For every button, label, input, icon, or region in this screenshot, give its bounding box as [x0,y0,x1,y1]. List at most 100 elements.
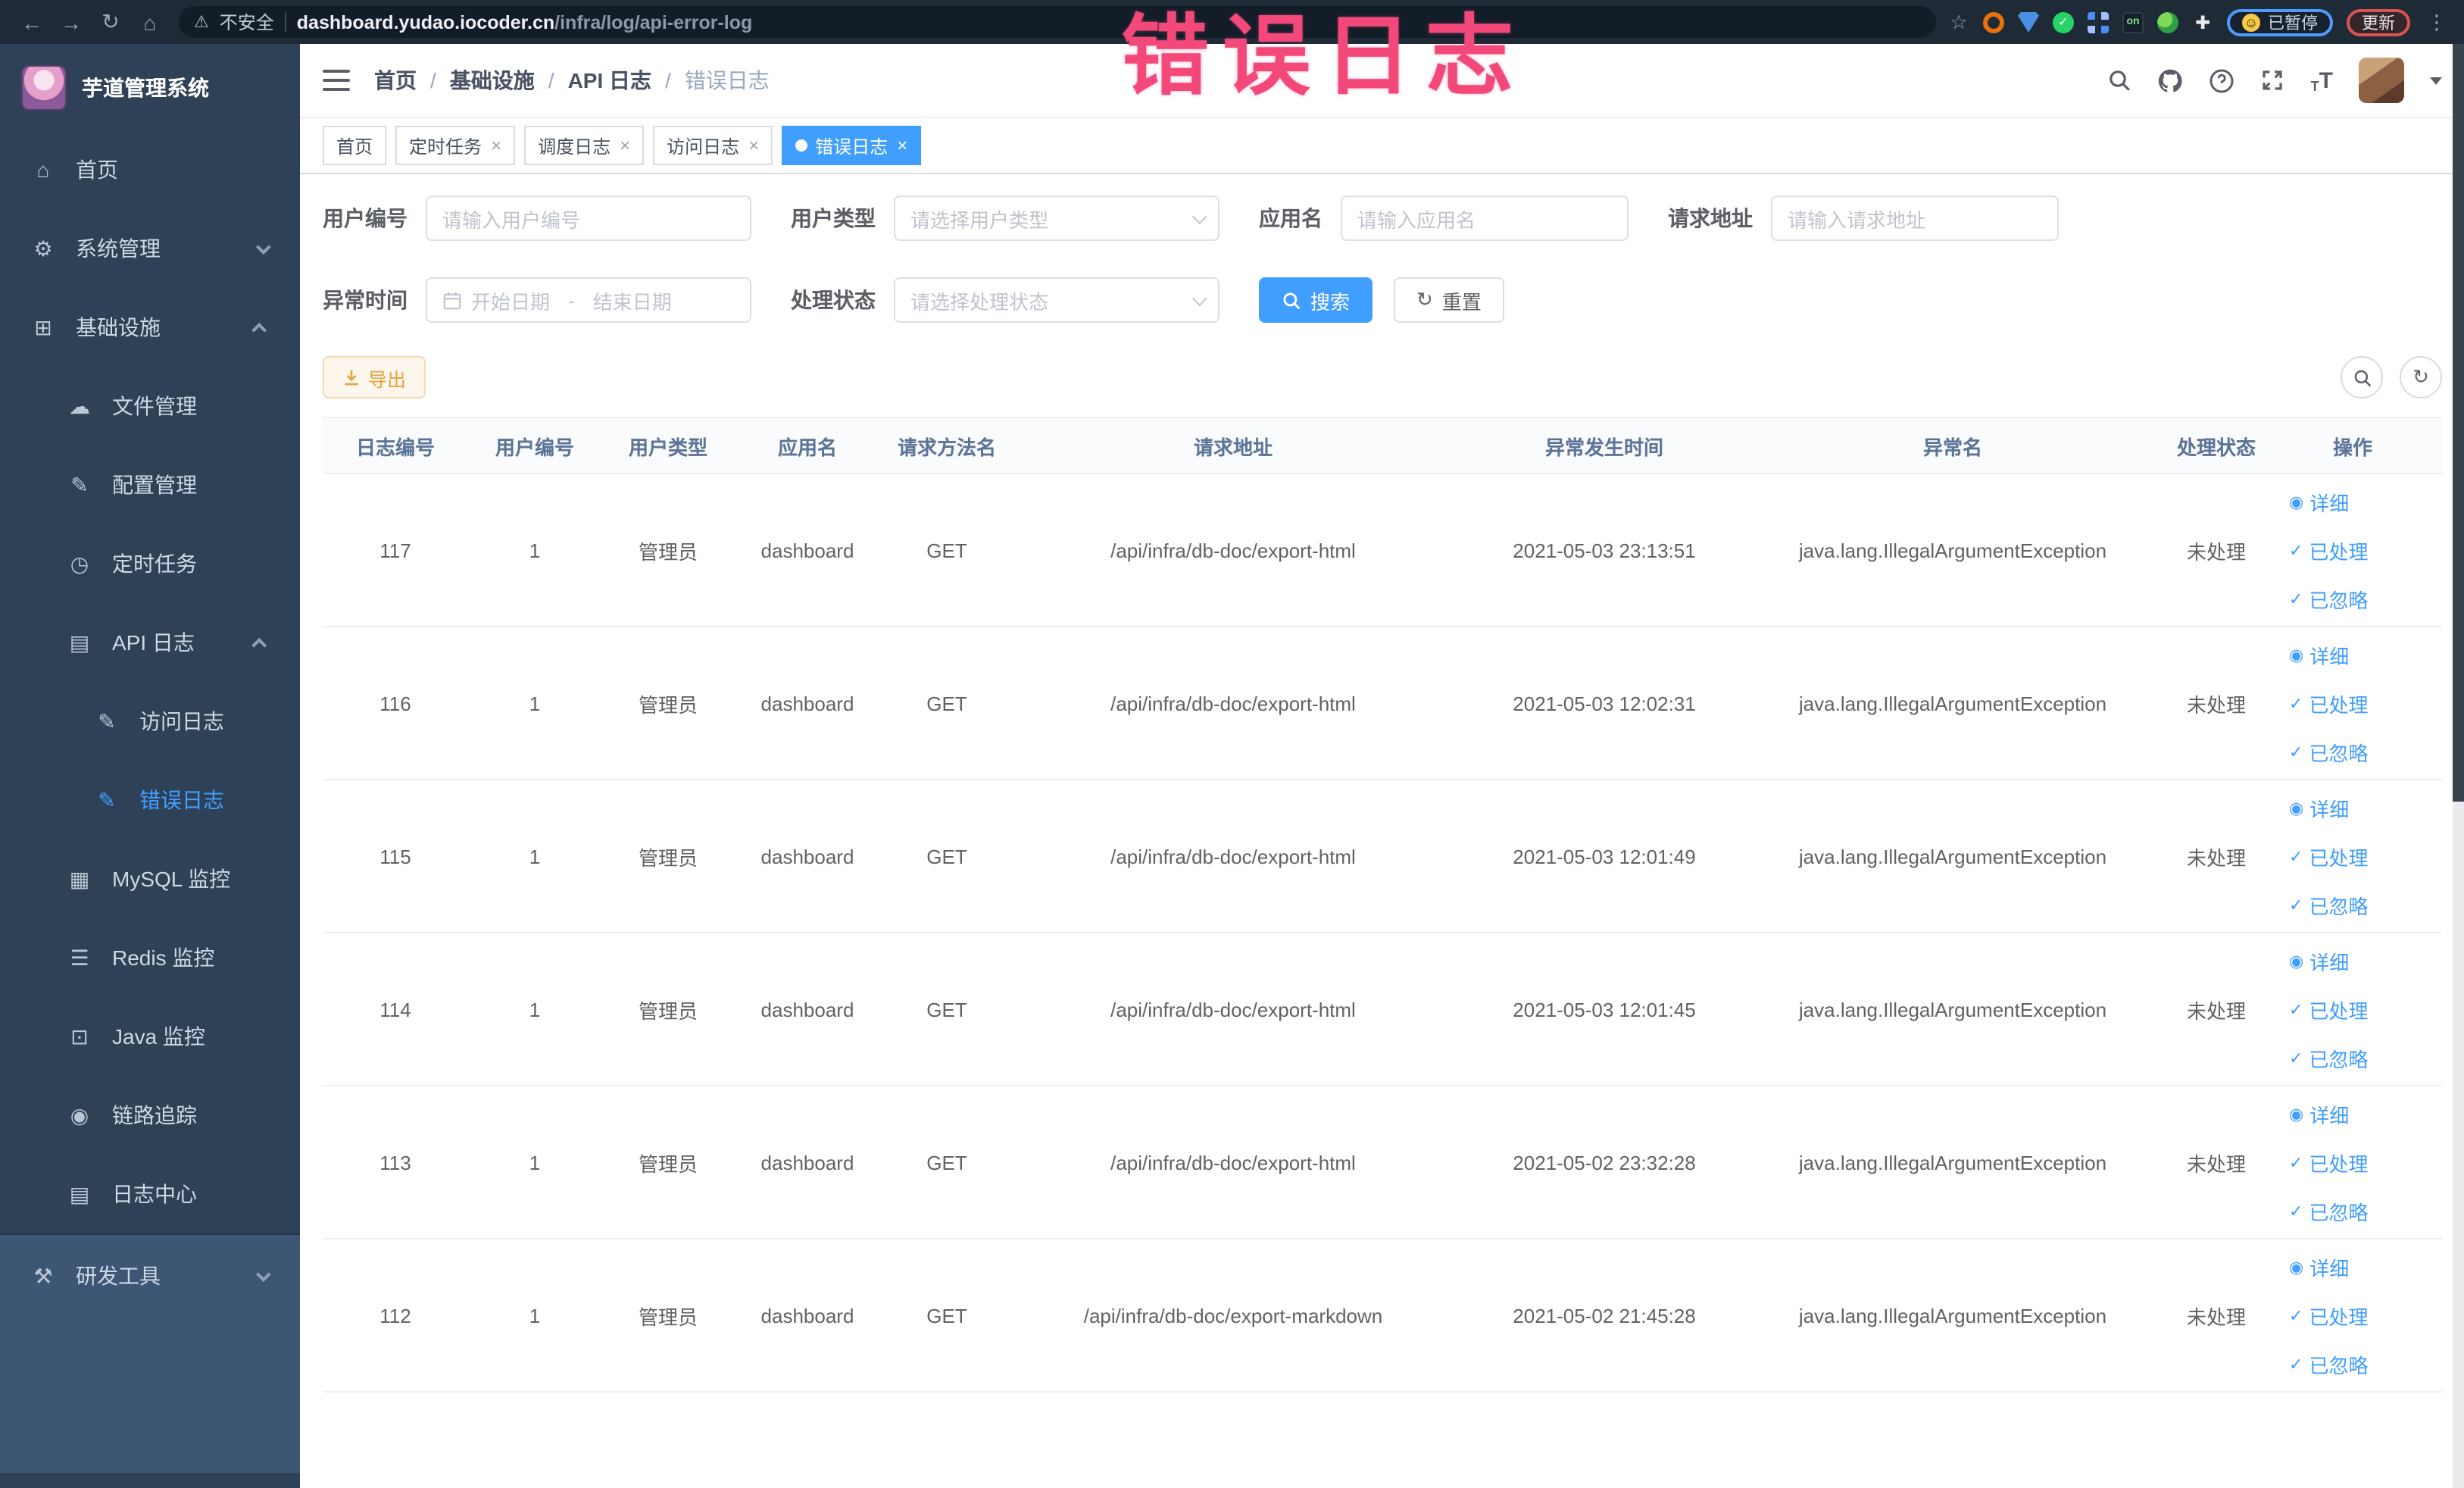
active-dot [795,139,808,152]
sidebar-item-java-monitor[interactable]: ⊡ Java 监控 [0,997,300,1076]
tab-label: 访问日志 [667,136,740,157]
tab-access-log[interactable]: 访问日志 × [653,126,773,165]
sidebar-item-tracing[interactable]: ◉ 链路追踪 [0,1076,300,1155]
browser-menu-icon[interactable]: ⋮ [2424,10,2450,34]
processed-link[interactable]: ✓ 已处理 [2289,536,2368,564]
extension-shield-icon[interactable] [2018,11,2039,33]
detail-link[interactable]: ◉ 详细 [2289,640,2349,669]
calendar-icon [442,290,462,310]
cell-status: 未处理 [2186,1152,2246,1175]
extension-grid-icon[interactable] [2088,11,2109,33]
user-type-select[interactable]: 请选择用户类型 [894,195,1220,241]
sidebar-item-log-center[interactable]: ▤ 日志中心 [0,1155,300,1233]
cloud-icon: ☁ [69,393,90,417]
extension-check-icon[interactable]: ✓ [2053,11,2074,33]
update-button-label: 更新 [2362,14,2395,33]
sidebar-item-label: Java 监控 [112,1024,205,1049]
sidebar-item-system-management[interactable]: ⚙ 系统管理 [0,209,300,288]
ignored-link[interactable]: ✓ 已忽略 [2289,1043,2368,1072]
sidebar-item-file-management[interactable]: ☁ 文件管理 [0,367,300,445]
url-separator [284,12,286,32]
ignored-link[interactable]: ✓ 已忽略 [2289,737,2368,766]
tab-schedule-log[interactable]: 调度日志 × [524,126,645,165]
ignored-link[interactable]: ✓ 已忽略 [2289,1196,2368,1225]
search-icon[interactable] [2108,68,2132,92]
process-status-select[interactable]: 请选择处理状态 [894,277,1220,323]
close-icon[interactable]: × [491,135,501,156]
close-icon[interactable]: × [620,135,630,156]
filter-process-status: 处理状态 请选择处理状态 [791,277,1220,323]
eye-icon: ◉ [2289,493,2304,511]
detail-link[interactable]: ◉ 详细 [2289,1252,2349,1281]
scrollbar-thumb[interactable] [2453,44,2464,802]
sidebar-item-infrastructure[interactable]: ⊞ 基础设施 [0,288,300,367]
bookmark-star-icon[interactable]: ☆ [1948,10,1969,33]
extension-on-icon[interactable]: on [2122,11,2144,33]
date-range-input[interactable]: 开始日期 - 结束日期 [426,277,751,323]
sidebar-item-api-log[interactable]: ▤ API 日志 [0,603,300,682]
detail-link[interactable]: ◉ 详细 [2289,793,2349,822]
ignored-link[interactable]: ✓ 已忽略 [2289,1349,2368,1378]
hamburger-icon[interactable] [323,70,350,91]
paused-badge[interactable]: ☺ 已暂停 [2227,8,2333,36]
tab-home[interactable]: 首页 [323,126,387,165]
cell-user_type: 管理员 [638,540,698,563]
processed-link[interactable]: ✓ 已处理 [2289,842,2368,871]
breadcrumb-item[interactable]: 首页 [374,65,417,95]
cell-user_id: 1 [529,1151,541,1174]
app-title: 芋道管理系统 [82,75,209,99]
close-icon[interactable]: × [748,135,759,156]
sidebar-item-scheduled-jobs[interactable]: ◷ 定时任务 [0,524,300,603]
ignored-link[interactable]: ✓ 已忽略 [2289,584,2368,613]
processed-link[interactable]: ✓ 已处理 [2289,1148,2368,1177]
request-url-input[interactable]: 请输入请求地址 [1771,195,2059,241]
sidebar-item-error-log[interactable]: ✎ 错误日志 [0,761,300,839]
refresh-table-button[interactable]: ↻ [2400,356,2442,399]
ignored-link[interactable]: ✓ 已忽略 [2289,890,2368,919]
update-button[interactable]: 更新 [2347,8,2410,36]
tab-scheduled-jobs[interactable]: 定时任务 × [395,126,516,165]
search-button[interactable]: 搜索 [1259,277,1373,323]
chevron-down-icon[interactable] [2430,77,2442,84]
edit-square-icon: ✎ [98,787,116,811]
detail-link[interactable]: ◉ 详细 [2289,1099,2349,1128]
address-bar[interactable]: ⚠ 不安全 dashboard.yudao.iocoder.cn/infra/l… [179,6,1936,38]
reload-icon[interactable]: ↻ [91,5,130,39]
detail-link[interactable]: ◉ 详细 [2289,487,2349,516]
help-icon[interactable] [2209,67,2235,93]
processed-link[interactable]: ✓ 已处理 [2289,995,2368,1024]
processed-link[interactable]: ✓ 已处理 [2289,1301,2368,1330]
cell-user_type: 管理员 [638,846,698,869]
browser-home-icon[interactable]: ⌂ [130,5,170,39]
toggle-search-button[interactable] [2341,356,2383,399]
sidebar-item-config-management[interactable]: ✎ 配置管理 [0,445,300,524]
breadcrumb-item[interactable]: API 日志 [568,65,651,95]
tab-label: 错误日志 [815,136,888,157]
close-icon[interactable]: × [897,135,907,156]
sidebar-item-mysql-monitor[interactable]: ▦ MySQL 监控 [0,839,300,918]
font-size-icon[interactable]: TT [2311,67,2333,93]
app-name-input[interactable]: 请输入应用名 [1341,195,1629,241]
screen-icon: ⊡ [70,1024,89,1048]
sidebar-logo[interactable]: 芋道管理系统 [0,44,300,130]
extensions-puzzle-icon[interactable]: ✚ [2192,11,2213,33]
back-icon[interactable]: ← [12,5,52,39]
user-id-input[interactable]: 请输入用户编号 [426,195,751,241]
tab-error-log[interactable]: 错误日志 × [782,126,922,165]
breadcrumb-item[interactable]: 基础设施 [450,65,535,95]
detail-link[interactable]: ◉ 详细 [2289,946,2349,975]
forward-icon[interactable]: → [52,5,91,39]
sidebar-item-access-log[interactable]: ✎ 访问日志 [0,682,300,761]
sidebar-item-dev-tools[interactable]: ⚒ 研发工具 [0,1235,300,1317]
avatar[interactable] [2359,58,2404,103]
fullscreen-icon[interactable] [2261,68,2285,92]
sidebar-item-redis-monitor[interactable]: ☰ Redis 监控 [0,918,300,997]
reset-button[interactable]: ↻ 重置 [1394,277,1504,323]
extension-orange-icon[interactable] [1983,11,2004,33]
extension-leaf-icon[interactable] [2157,11,2178,33]
github-icon[interactable] [2158,67,2184,93]
sidebar-item-home[interactable]: ⌂ 首页 [0,130,300,209]
placeholder: 请输入请求地址 [1788,208,1926,231]
processed-link[interactable]: ✓ 已处理 [2289,689,2368,717]
export-button[interactable]: 导出 [323,356,426,399]
